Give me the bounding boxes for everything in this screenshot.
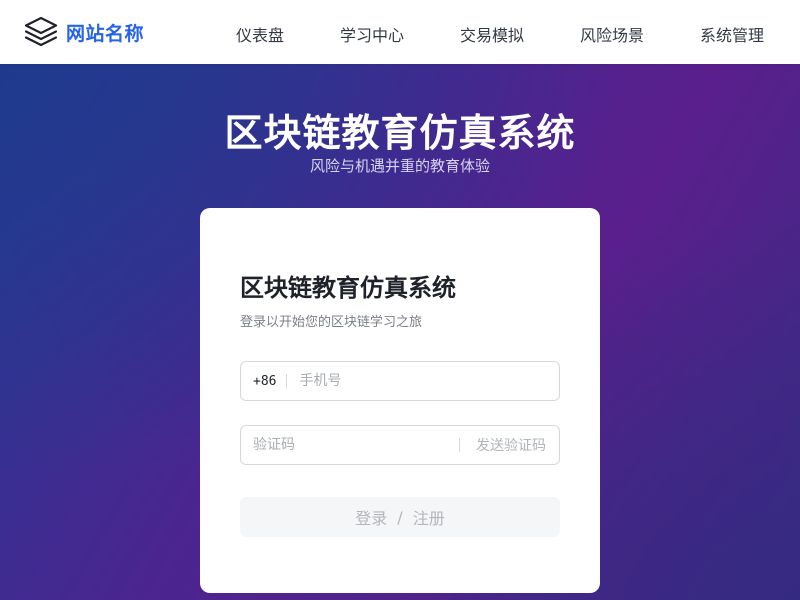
verification-code-input[interactable] (253, 426, 443, 464)
brand-name: 网站名称 (66, 22, 145, 45)
phone-field: +86 (240, 361, 560, 401)
nav-item-dashboard[interactable]: 仪表盘 (236, 22, 284, 46)
hero-section: 区块链教育仿真系统 风险与机遇并重的教育体验 区块链教育仿真系统 登录以开始您的… (0, 64, 800, 600)
nav-item-risk-scenarios[interactable]: 风险场景 (580, 22, 644, 46)
nav-item-trade-simulation[interactable]: 交易模拟 (460, 22, 524, 46)
phone-field-divider (286, 374, 288, 388)
login-subtitle: 登录以开始您的区块链学习之旅 (240, 315, 423, 330)
login-register-button[interactable]: 登录 / 注册 (240, 497, 560, 537)
top-navbar: 网站名称 仪表盘 学习中心 交易模拟 风险场景 系统管理 (0, 0, 800, 64)
register-label: 注册 (412, 509, 445, 528)
hero-title: 区块链教育仿真系统 (224, 111, 576, 155)
brand[interactable]: 网站名称 (24, 16, 144, 48)
verification-code-field: 发送验证码 (240, 425, 560, 465)
login-card: 区块链教育仿真系统 登录以开始您的区块链学习之旅 +86 发送验证码 登录 / … (200, 208, 600, 593)
country-code[interactable]: +86 (253, 374, 276, 389)
login-title: 区块链教育仿真系统 (240, 274, 456, 302)
code-field-divider (459, 438, 460, 452)
send-code-button[interactable]: 发送验证码 (476, 435, 546, 455)
phone-input[interactable] (299, 362, 540, 400)
nav-item-system-management[interactable]: 系统管理 (700, 22, 764, 46)
button-separator: / (397, 507, 403, 527)
nav-item-learning-center[interactable]: 学习中心 (340, 22, 404, 46)
login-label: 登录 (355, 509, 388, 528)
hero-subtitle: 风险与机遇并重的教育体验 (309, 157, 490, 175)
layers-icon (24, 16, 58, 47)
